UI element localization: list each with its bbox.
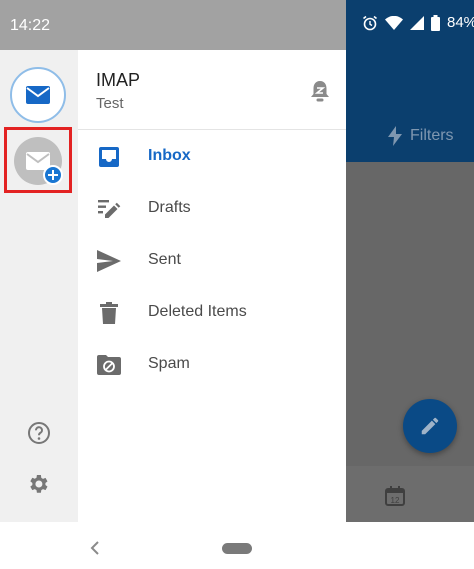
folder-label: Drafts	[148, 199, 191, 216]
spam-folder-icon	[96, 352, 122, 378]
alarm-icon	[363, 15, 377, 30]
folder-inbox[interactable]: Inbox	[78, 131, 346, 183]
folder-label: Inbox	[148, 147, 191, 164]
bell-icon	[311, 81, 329, 102]
calendar-icon: 12	[385, 486, 405, 506]
notifications-button[interactable]	[309, 79, 331, 108]
status-time: 14:22	[10, 17, 51, 34]
status-icons: 84%	[362, 14, 474, 31]
folder-label: Spam	[148, 355, 190, 372]
folder-label: Deleted Items	[148, 303, 247, 320]
battery-icon	[431, 14, 440, 31]
settings-button[interactable]	[26, 472, 50, 501]
drawer-divider	[78, 129, 346, 130]
back-button[interactable]	[88, 537, 102, 564]
help-button[interactable]	[27, 421, 51, 450]
inbox-icon	[96, 144, 122, 170]
account-subtitle: Test	[96, 95, 124, 112]
pencil-icon	[421, 417, 439, 435]
highlight-box	[4, 127, 72, 193]
folder-deleted-items[interactable]: Deleted Items	[78, 287, 346, 339]
gear-icon	[30, 475, 48, 493]
folder-label: Sent	[148, 251, 181, 268]
help-icon	[28, 422, 50, 444]
folder-spam[interactable]: Spam	[78, 339, 346, 391]
drafts-icon	[96, 196, 122, 222]
filters-button[interactable]: Filters	[388, 126, 454, 146]
home-button[interactable]	[222, 543, 252, 554]
account-avatar-imap[interactable]	[10, 67, 66, 123]
status-bar-left	[0, 0, 346, 50]
folder-drafts[interactable]: Drafts	[78, 183, 346, 235]
chevron-left-icon	[90, 541, 99, 555]
account-name: IMAP	[96, 70, 141, 90]
battery-percent: 84%	[447, 14, 474, 31]
filters-label: Filters	[410, 127, 454, 144]
calendar-day: 12	[391, 496, 400, 505]
signal-icon	[410, 15, 424, 30]
lightning-icon	[388, 126, 402, 146]
account-avatar-inner	[16, 73, 60, 117]
wifi-icon	[385, 15, 403, 30]
mail-icon	[26, 86, 50, 104]
calendar-tab[interactable]: 12	[384, 485, 406, 512]
send-icon	[96, 248, 122, 274]
compose-button[interactable]	[403, 399, 457, 453]
trash-icon	[96, 300, 122, 326]
folder-sent[interactable]: Sent	[78, 235, 346, 287]
